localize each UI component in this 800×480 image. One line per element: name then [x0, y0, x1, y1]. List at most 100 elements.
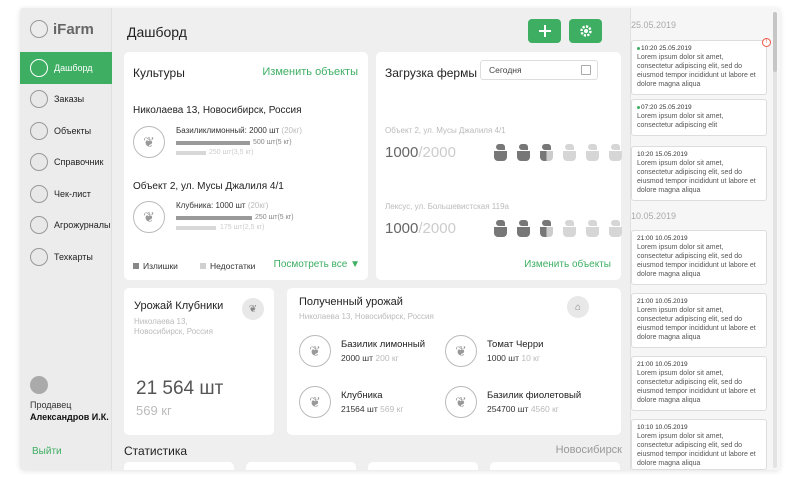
harvest-item-name: Томат Черри: [487, 339, 544, 350]
harvest-weight: 569 кг: [380, 404, 404, 414]
notification-card[interactable]: 21:00 10.05.2019 Lorem ipsum dolor sit a…: [631, 230, 767, 285]
crops-edit-link[interactable]: Изменить объекты: [262, 66, 358, 78]
strawberry-title: Урожай Клубники: [134, 300, 224, 312]
objects-icon: [30, 121, 48, 140]
leaf-icon: ❦: [445, 386, 477, 418]
checklist-icon: [30, 184, 48, 203]
legend-shortage: Недостатки: [200, 261, 255, 271]
sidebar-item-orders[interactable]: Заказы: [20, 84, 112, 116]
harvest-weight: 200 кг: [375, 353, 399, 363]
notification-text: Lorem ipsum dolor sit amet, consectetur …: [637, 54, 756, 88]
farm-edit-link[interactable]: Изменить объекты: [524, 259, 611, 270]
home-icon[interactable]: ⌂: [567, 296, 589, 318]
sidebar-item-agrojournals[interactable]: Агрожурналы: [20, 210, 112, 242]
notification-card[interactable]: 10:20 25.05.2019 Lorem ipsum dolor sit a…: [631, 38, 771, 95]
strawberry-address: Николаева 13, Новосибирск, Россия: [134, 317, 213, 338]
harvest-weight: 4560 кг: [530, 404, 559, 414]
farm-load-card: Загрузка фермы Сегодня Объект 2, ул. Мус…: [376, 52, 624, 280]
add-button[interactable]: [528, 19, 561, 43]
sidebar-item-dashboard[interactable]: Дашборд: [20, 52, 112, 84]
sidebar-item-label: Справочник: [54, 157, 104, 168]
stats-card: [490, 462, 620, 470]
leaf-icon: ❦: [299, 335, 331, 367]
harvest-card: Полученный урожай Николаева 13, Новосиби…: [287, 288, 621, 435]
date-selector[interactable]: Сегодня: [480, 60, 598, 80]
dashboard-icon: [30, 58, 48, 77]
leaf-icon[interactable]: ❦: [242, 298, 264, 320]
sidebar-item-label: Агрожурналы: [54, 220, 111, 231]
shortage-bar: [176, 226, 216, 230]
feed-date: 25.05.2019: [631, 20, 677, 30]
notification-card[interactable]: 10:20 15.05.2019 Lorem ipsum dolor sit a…: [631, 146, 767, 201]
farm-load-title: Загрузка фермы: [385, 66, 477, 80]
logout-link[interactable]: Выйти: [32, 446, 62, 457]
main-content: Дашборд Культуры Изменить объекты Никола…: [112, 8, 630, 470]
pot-icon: [538, 144, 555, 161]
surplus-bar: [176, 141, 250, 145]
avatar[interactable]: [30, 376, 48, 394]
sidebar-item-techcards[interactable]: Техкарты: [20, 241, 112, 273]
notification-time: 21:00 10.05.2019: [637, 361, 688, 368]
scrollbar-thumb[interactable]: [773, 12, 777, 72]
pot-icon: [492, 220, 509, 237]
pot-icon: [561, 220, 578, 237]
leaf-icon: ❦: [133, 201, 165, 233]
page-title: Дашборд: [127, 24, 187, 40]
shortage-bar: [176, 151, 206, 155]
pot-icon: [561, 144, 578, 161]
pot-icon: [538, 220, 555, 237]
alert-icon: !: [762, 38, 771, 47]
pot-row: [492, 144, 624, 161]
pot-icon: [515, 144, 532, 161]
sidebar-item-objects[interactable]: Объекты: [20, 115, 112, 147]
crop-product-line: Клубника: 1000 шт (20кг): [176, 201, 268, 210]
notification-card[interactable]: 21:00 10.05.2019 Lorem ipsum dolor sit a…: [631, 293, 767, 348]
logo-text: iFarm: [53, 20, 94, 38]
shortage-value: 175 шт(2,5 кг): [220, 224, 265, 231]
harvest-qty: 21564 шт: [341, 404, 378, 414]
legend-surplus: Излишки: [133, 261, 178, 271]
notification-text: Lorem ipsum dolor sit amet, consectetur …: [637, 433, 756, 467]
notification-card[interactable]: 10:10 10.05.2019 Lorem ipsum dolor sit a…: [631, 419, 767, 470]
product-name: Клубника:: [176, 201, 214, 210]
harvest-qty: 1000 шт: [487, 353, 519, 363]
product-amount: 2000 шт: [249, 126, 280, 135]
sidebar-item-reference[interactable]: Справочник: [20, 147, 112, 179]
strawberry-count: 21 564 шт: [136, 378, 224, 399]
see-all-link[interactable]: Посмотреть все ▼: [274, 259, 360, 270]
notification-time: 07:20 25.05.2019: [637, 104, 761, 111]
seller-name: Александров И.К.: [30, 412, 109, 422]
sidebar-item-label: Объекты: [54, 125, 92, 136]
crop-address: Объект 2, ул. Мусы Джалиля 4/1: [133, 181, 284, 192]
pot-icon: [607, 220, 624, 237]
scrollbar[interactable]: [773, 12, 777, 468]
sidebar-item-label: Техкарты: [54, 251, 93, 262]
surplus-value: 500 шт(5 кг): [253, 139, 292, 146]
notification-card[interactable]: 07:20 25.05.2019 Lorem ipsum dolor sit a…: [631, 99, 767, 136]
notification-card[interactable]: 21:00 10.05.2019 Lorem ipsum dolor sit a…: [631, 356, 767, 411]
pot-icon: [492, 144, 509, 161]
sidebar: iFarm Дашборд Заказы Объекты Справочник …: [20, 8, 112, 470]
crop-product-line: Базиликлимонный: 2000 шт (20кг): [176, 126, 302, 135]
reference-icon: [30, 153, 48, 172]
notification-time: 10:10 10.05.2019: [637, 424, 688, 431]
farm-address: Объект 2, ул. Мусы Джалиля 4/1: [385, 126, 506, 135]
settings-button[interactable]: [569, 19, 602, 43]
notification-text: Lorem ipsum dolor sit amet, consectetur …: [637, 370, 756, 404]
stats-card: [368, 462, 478, 470]
legend-label: Излишки: [143, 261, 178, 271]
logo[interactable]: iFarm: [30, 20, 94, 38]
load-total: /2000: [418, 144, 456, 161]
address-line: Новосибирск, Россия: [134, 327, 213, 337]
leaf-icon: ❦: [445, 335, 477, 367]
sidebar-item-label: Дашборд: [54, 62, 93, 73]
notifications-panel: 25.05.2019 10:20 25.05.2019 Lorem ipsum …: [630, 8, 780, 470]
stats-city-selector[interactable]: Новосибирск: [556, 444, 622, 456]
sidebar-item-checklist[interactable]: Чек-лист: [20, 178, 112, 210]
calendar-icon: [581, 65, 591, 75]
date-value: Сегодня: [489, 65, 522, 75]
notification-time: 10:20 25.05.2019: [637, 45, 761, 52]
notification-time: 21:00 10.05.2019: [637, 298, 688, 305]
harvest-item-value: 1000 шт 10 кг: [487, 353, 540, 363]
shortage-value: 250 шт(3,5 кг): [209, 149, 254, 156]
